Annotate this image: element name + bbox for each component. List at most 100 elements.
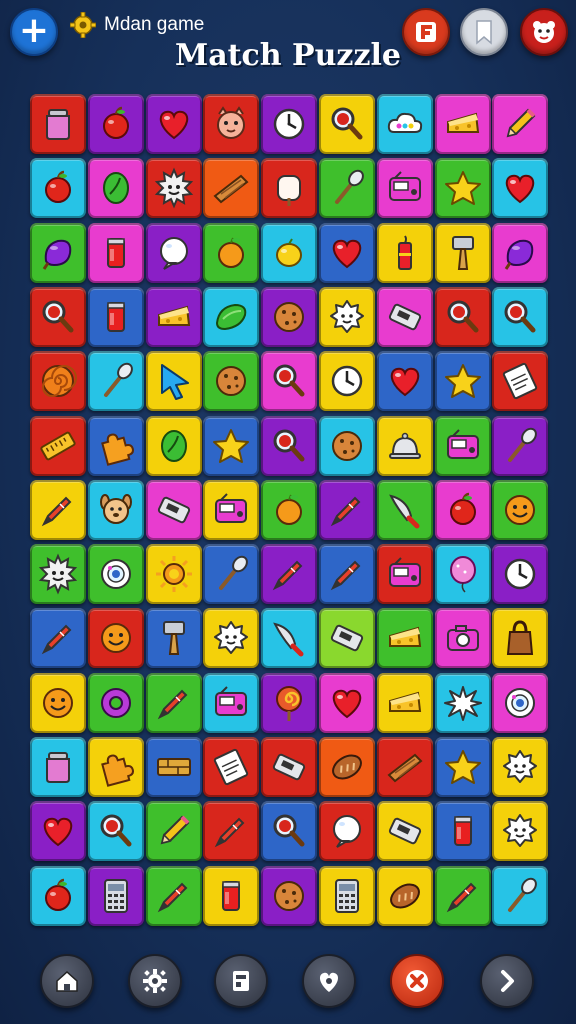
board-tile[interactable] <box>145 865 202 926</box>
board-tile[interactable] <box>319 415 375 476</box>
board-tile[interactable] <box>87 222 144 283</box>
board-tile[interactable] <box>30 94 86 154</box>
board-tile[interactable] <box>30 222 86 283</box>
board-tile[interactable] <box>145 608 202 669</box>
board-tile[interactable] <box>376 158 433 219</box>
board-tile[interactable] <box>492 479 549 540</box>
board-tile[interactable] <box>319 737 375 797</box>
board-tile[interactable] <box>145 801 202 862</box>
board-tile[interactable] <box>145 672 202 733</box>
board-tile[interactable] <box>145 544 202 605</box>
board-tile[interactable] <box>434 286 491 347</box>
board-tile[interactable] <box>434 415 491 476</box>
chevron-right-button[interactable] <box>480 954 534 1008</box>
board-tile[interactable] <box>319 608 375 669</box>
board-tile[interactable] <box>376 94 433 154</box>
board-tile[interactable] <box>87 544 144 605</box>
heart-badge-button[interactable] <box>302 954 356 1008</box>
profile-button[interactable] <box>520 8 568 56</box>
board-tile[interactable] <box>203 737 260 797</box>
board-tile[interactable] <box>145 737 202 797</box>
board-tile[interactable] <box>145 158 202 219</box>
board-tile[interactable] <box>492 158 549 219</box>
board-tile[interactable] <box>319 672 375 733</box>
board-tile[interactable] <box>30 672 86 733</box>
board-tile[interactable] <box>376 737 433 797</box>
board-tile[interactable] <box>203 351 260 412</box>
board-tile[interactable] <box>376 286 433 347</box>
board-tile[interactable] <box>87 608 144 669</box>
board-tile[interactable] <box>492 415 549 476</box>
close-button[interactable] <box>390 954 444 1008</box>
board-tile[interactable] <box>30 544 86 605</box>
board-tile[interactable] <box>261 801 318 862</box>
board-tile[interactable] <box>434 865 491 926</box>
board-tile[interactable] <box>434 608 491 669</box>
board-tile[interactable] <box>434 479 491 540</box>
board-tile[interactable] <box>203 415 260 476</box>
board-tile[interactable] <box>376 608 433 669</box>
board-tile[interactable] <box>87 351 144 412</box>
board-tile[interactable] <box>319 479 375 540</box>
board-tile[interactable] <box>492 286 549 347</box>
board-tile[interactable] <box>492 737 549 797</box>
board-tile[interactable] <box>319 544 375 605</box>
board-tile[interactable] <box>261 415 318 476</box>
board-tile[interactable] <box>30 351 86 412</box>
board-tile[interactable] <box>261 865 318 926</box>
board-tile[interactable] <box>434 158 491 219</box>
board-tile[interactable] <box>434 222 491 283</box>
board-tile[interactable] <box>492 544 549 605</box>
board-tile[interactable] <box>319 351 375 412</box>
board-tile[interactable] <box>376 415 433 476</box>
board-tile[interactable] <box>87 158 144 219</box>
board-tile[interactable] <box>145 286 202 347</box>
board-tile[interactable] <box>145 94 202 154</box>
board-tile[interactable] <box>261 672 318 733</box>
board-tile[interactable] <box>319 222 375 283</box>
board-tile[interactable] <box>376 672 433 733</box>
board-tile[interactable] <box>87 286 144 347</box>
board-tile[interactable] <box>203 286 260 347</box>
board-tile[interactable] <box>203 801 260 862</box>
board-tile[interactable] <box>30 158 86 219</box>
board-tile[interactable] <box>203 94 260 154</box>
board-tile[interactable] <box>30 801 86 862</box>
board-tile[interactable] <box>87 737 144 797</box>
board-tile[interactable] <box>145 415 202 476</box>
board-tile[interactable] <box>30 415 86 476</box>
board-tile[interactable] <box>319 158 375 219</box>
home-button[interactable] <box>40 954 94 1008</box>
board-tile[interactable] <box>87 801 144 862</box>
board-tile[interactable] <box>203 672 260 733</box>
board-tile[interactable] <box>492 94 549 154</box>
board-tile[interactable] <box>30 737 86 797</box>
board-tile[interactable] <box>203 479 260 540</box>
board-tile[interactable] <box>261 479 318 540</box>
board-tile[interactable] <box>203 222 260 283</box>
board-tile[interactable] <box>203 608 260 669</box>
board-tile[interactable] <box>261 351 318 412</box>
board-tile[interactable] <box>30 286 86 347</box>
board-tile[interactable] <box>319 286 375 347</box>
board-tile[interactable] <box>30 479 86 540</box>
board-tile[interactable] <box>434 672 491 733</box>
board-tile[interactable] <box>261 222 318 283</box>
board-tile[interactable] <box>376 801 433 862</box>
board-tile[interactable] <box>376 351 433 412</box>
board-tile[interactable] <box>87 479 144 540</box>
board-tile[interactable] <box>492 801 549 862</box>
board-tile[interactable] <box>319 801 375 862</box>
board-tile[interactable] <box>434 94 491 154</box>
board-tile[interactable] <box>319 865 375 926</box>
board-tile[interactable] <box>261 158 318 219</box>
board-tile[interactable] <box>203 158 260 219</box>
board-tile[interactable] <box>203 544 260 605</box>
board-tile[interactable] <box>145 479 202 540</box>
board-tile[interactable] <box>492 222 549 283</box>
board-tile[interactable] <box>492 865 549 926</box>
board-tile[interactable] <box>434 351 491 412</box>
board-tile[interactable] <box>261 544 318 605</box>
settings-button[interactable] <box>128 954 182 1008</box>
board-tile[interactable] <box>434 544 491 605</box>
